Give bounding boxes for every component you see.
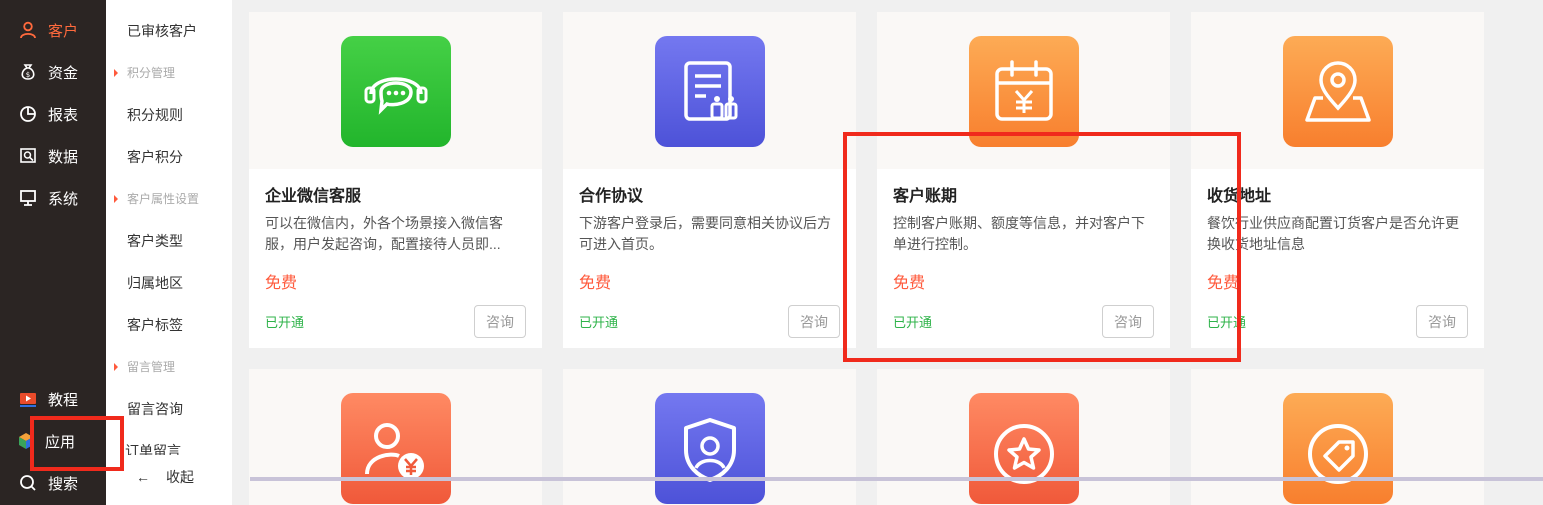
submenu-item-customer-types[interactable]: 客户类型 <box>127 231 183 251</box>
submenu: 已审核客户 积分管理 积分规则 客户积分 客户属性设置 客户类型 归属地区 客户… <box>106 0 232 505</box>
app-card[interactable] <box>1191 369 1484 505</box>
main-nav: 客户 $ 资金 报表 数据 系统 教程 应用 搜索 <box>0 0 106 505</box>
calendar-yen-icon <box>969 36 1079 147</box>
money-bag-icon: $ <box>18 62 38 82</box>
expand-triangle-icon <box>114 68 118 77</box>
app-card[interactable] <box>563 369 856 505</box>
submenu-item-customer-points[interactable]: 客户积分 <box>127 147 183 167</box>
nav-item-label: 搜索 <box>48 475 79 493</box>
search-icon <box>18 473 38 493</box>
card-description: 可以在微信内，外各个场景接入微信客服，用户发起咨询，配置接待人员即... <box>265 215 503 252</box>
submenu-group-label: 客户属性设置 <box>127 192 200 206</box>
map-pin-icon <box>1283 36 1393 147</box>
submenu-group-label: 留言管理 <box>127 360 176 374</box>
app-card[interactable] <box>249 369 542 505</box>
nav-item-label: 资金 <box>48 64 79 82</box>
app-card-shipping-address[interactable]: 收货地址 餐饮行业供应商配置订货客户是否允许更换收货地址信息 免费 已开通 咨询 <box>1191 12 1484 348</box>
video-play-icon <box>18 389 38 409</box>
card-status: 已开通 <box>1207 315 1247 330</box>
consult-button[interactable]: 咨询 <box>788 305 840 338</box>
submenu-group-messages[interactable]: 留言管理 <box>114 358 175 375</box>
user-icon <box>18 20 38 40</box>
horizontal-scrollbar[interactable] <box>250 477 1543 481</box>
pie-chart-icon <box>18 104 38 124</box>
card-title: 企业微信客服 <box>265 188 362 205</box>
nav-item-search[interactable]: 搜索 <box>0 462 106 504</box>
nav-item-tutorial[interactable]: 教程 <box>0 378 106 420</box>
card-title: 客户账期 <box>893 188 958 205</box>
svg-text:$: $ <box>26 71 30 79</box>
submenu-item-approved-customers[interactable]: 已审核客户 <box>127 21 197 41</box>
tag-icon <box>1283 393 1393 504</box>
card-status: 已开通 <box>893 315 933 330</box>
nav-item-label: 系统 <box>48 190 79 208</box>
submenu-item-points-rules[interactable]: 积分规则 <box>127 105 183 125</box>
submenu-item-order-messages[interactable]: 订单留言 <box>125 441 181 455</box>
consult-button[interactable]: 咨询 <box>1102 305 1154 338</box>
expand-triangle-icon <box>114 194 118 203</box>
card-status: 已开通 <box>579 315 619 330</box>
nav-item-label: 数据 <box>48 148 79 166</box>
card-description: 控制客户账期、额度等信息，并对客户下单进行控制。 <box>893 215 1145 252</box>
submenu-group-customer-attributes[interactable]: 客户属性设置 <box>114 190 199 207</box>
collapse-label: 收起 <box>166 469 194 485</box>
monitor-icon <box>18 188 38 208</box>
collapse-button[interactable]: ← 收起 <box>136 467 194 487</box>
cube-icon <box>16 431 36 451</box>
card-price: 免费 <box>893 275 926 292</box>
submenu-item-regions[interactable]: 归属地区 <box>127 273 183 293</box>
data-search-icon <box>18 146 38 166</box>
chat-headset-icon <box>341 36 451 147</box>
agreement-document-icon <box>655 36 765 147</box>
submenu-group-points[interactable]: 积分管理 <box>114 64 175 81</box>
app-card-wechat-service[interactable]: 企业微信客服 可以在微信内，外各个场景接入微信客服，用户发起咨询，配置接待人员即… <box>249 12 542 348</box>
app-card-customer-credit-period[interactable]: 客户账期 控制客户账期、额度等信息，并对客户下单进行控制。 免费 已开通 咨询 <box>877 12 1170 348</box>
nav-item-data[interactable]: 数据 <box>0 135 106 177</box>
nav-item-label: 应用 <box>45 433 76 451</box>
card-price: 免费 <box>579 275 612 292</box>
submenu-item-customer-tags[interactable]: 客户标签 <box>127 315 183 335</box>
nav-item-label: 报表 <box>48 106 79 124</box>
arrow-left-icon: ← <box>136 469 150 485</box>
nav-item-customer[interactable]: 客户 <box>0 9 106 51</box>
consult-button[interactable]: 咨询 <box>1416 305 1468 338</box>
expand-triangle-icon <box>114 362 118 371</box>
card-price: 免费 <box>265 275 298 292</box>
card-price: 免费 <box>1207 275 1240 292</box>
card-status: 已开通 <box>265 315 305 330</box>
submenu-group-label: 积分管理 <box>127 66 176 80</box>
app-market: 企业微信客服 可以在微信内，外各个场景接入微信客服，用户发起咨询，配置接待人员即… <box>232 0 1543 505</box>
card-title: 合作协议 <box>579 188 644 205</box>
nav-item-label: 客户 <box>48 22 79 40</box>
nav-item-funds[interactable]: $ 资金 <box>0 51 106 93</box>
card-title: 收货地址 <box>1207 188 1272 205</box>
nav-item-label: 教程 <box>48 391 79 409</box>
star-badge-icon <box>969 393 1079 504</box>
submenu-item-message-inquiries[interactable]: 留言咨询 <box>127 399 183 419</box>
card-description: 下游客户登录后，需要同意相关协议后方可进入首页。 <box>579 215 831 252</box>
shield-user-icon <box>655 393 765 504</box>
app-card[interactable] <box>877 369 1170 505</box>
app-card-agreement[interactable]: 合作协议 下游客户登录后，需要同意相关协议后方可进入首页。 免费 已开通 咨询 <box>563 12 856 348</box>
consult-button[interactable]: 咨询 <box>474 305 526 338</box>
nav-item-apps[interactable]: 应用 <box>0 420 106 462</box>
user-yen-icon <box>341 393 451 504</box>
nav-item-system[interactable]: 系统 <box>0 177 106 219</box>
card-description: 餐饮行业供应商配置订货客户是否允许更换收货地址信息 <box>1207 215 1459 252</box>
nav-item-reports[interactable]: 报表 <box>0 93 106 135</box>
